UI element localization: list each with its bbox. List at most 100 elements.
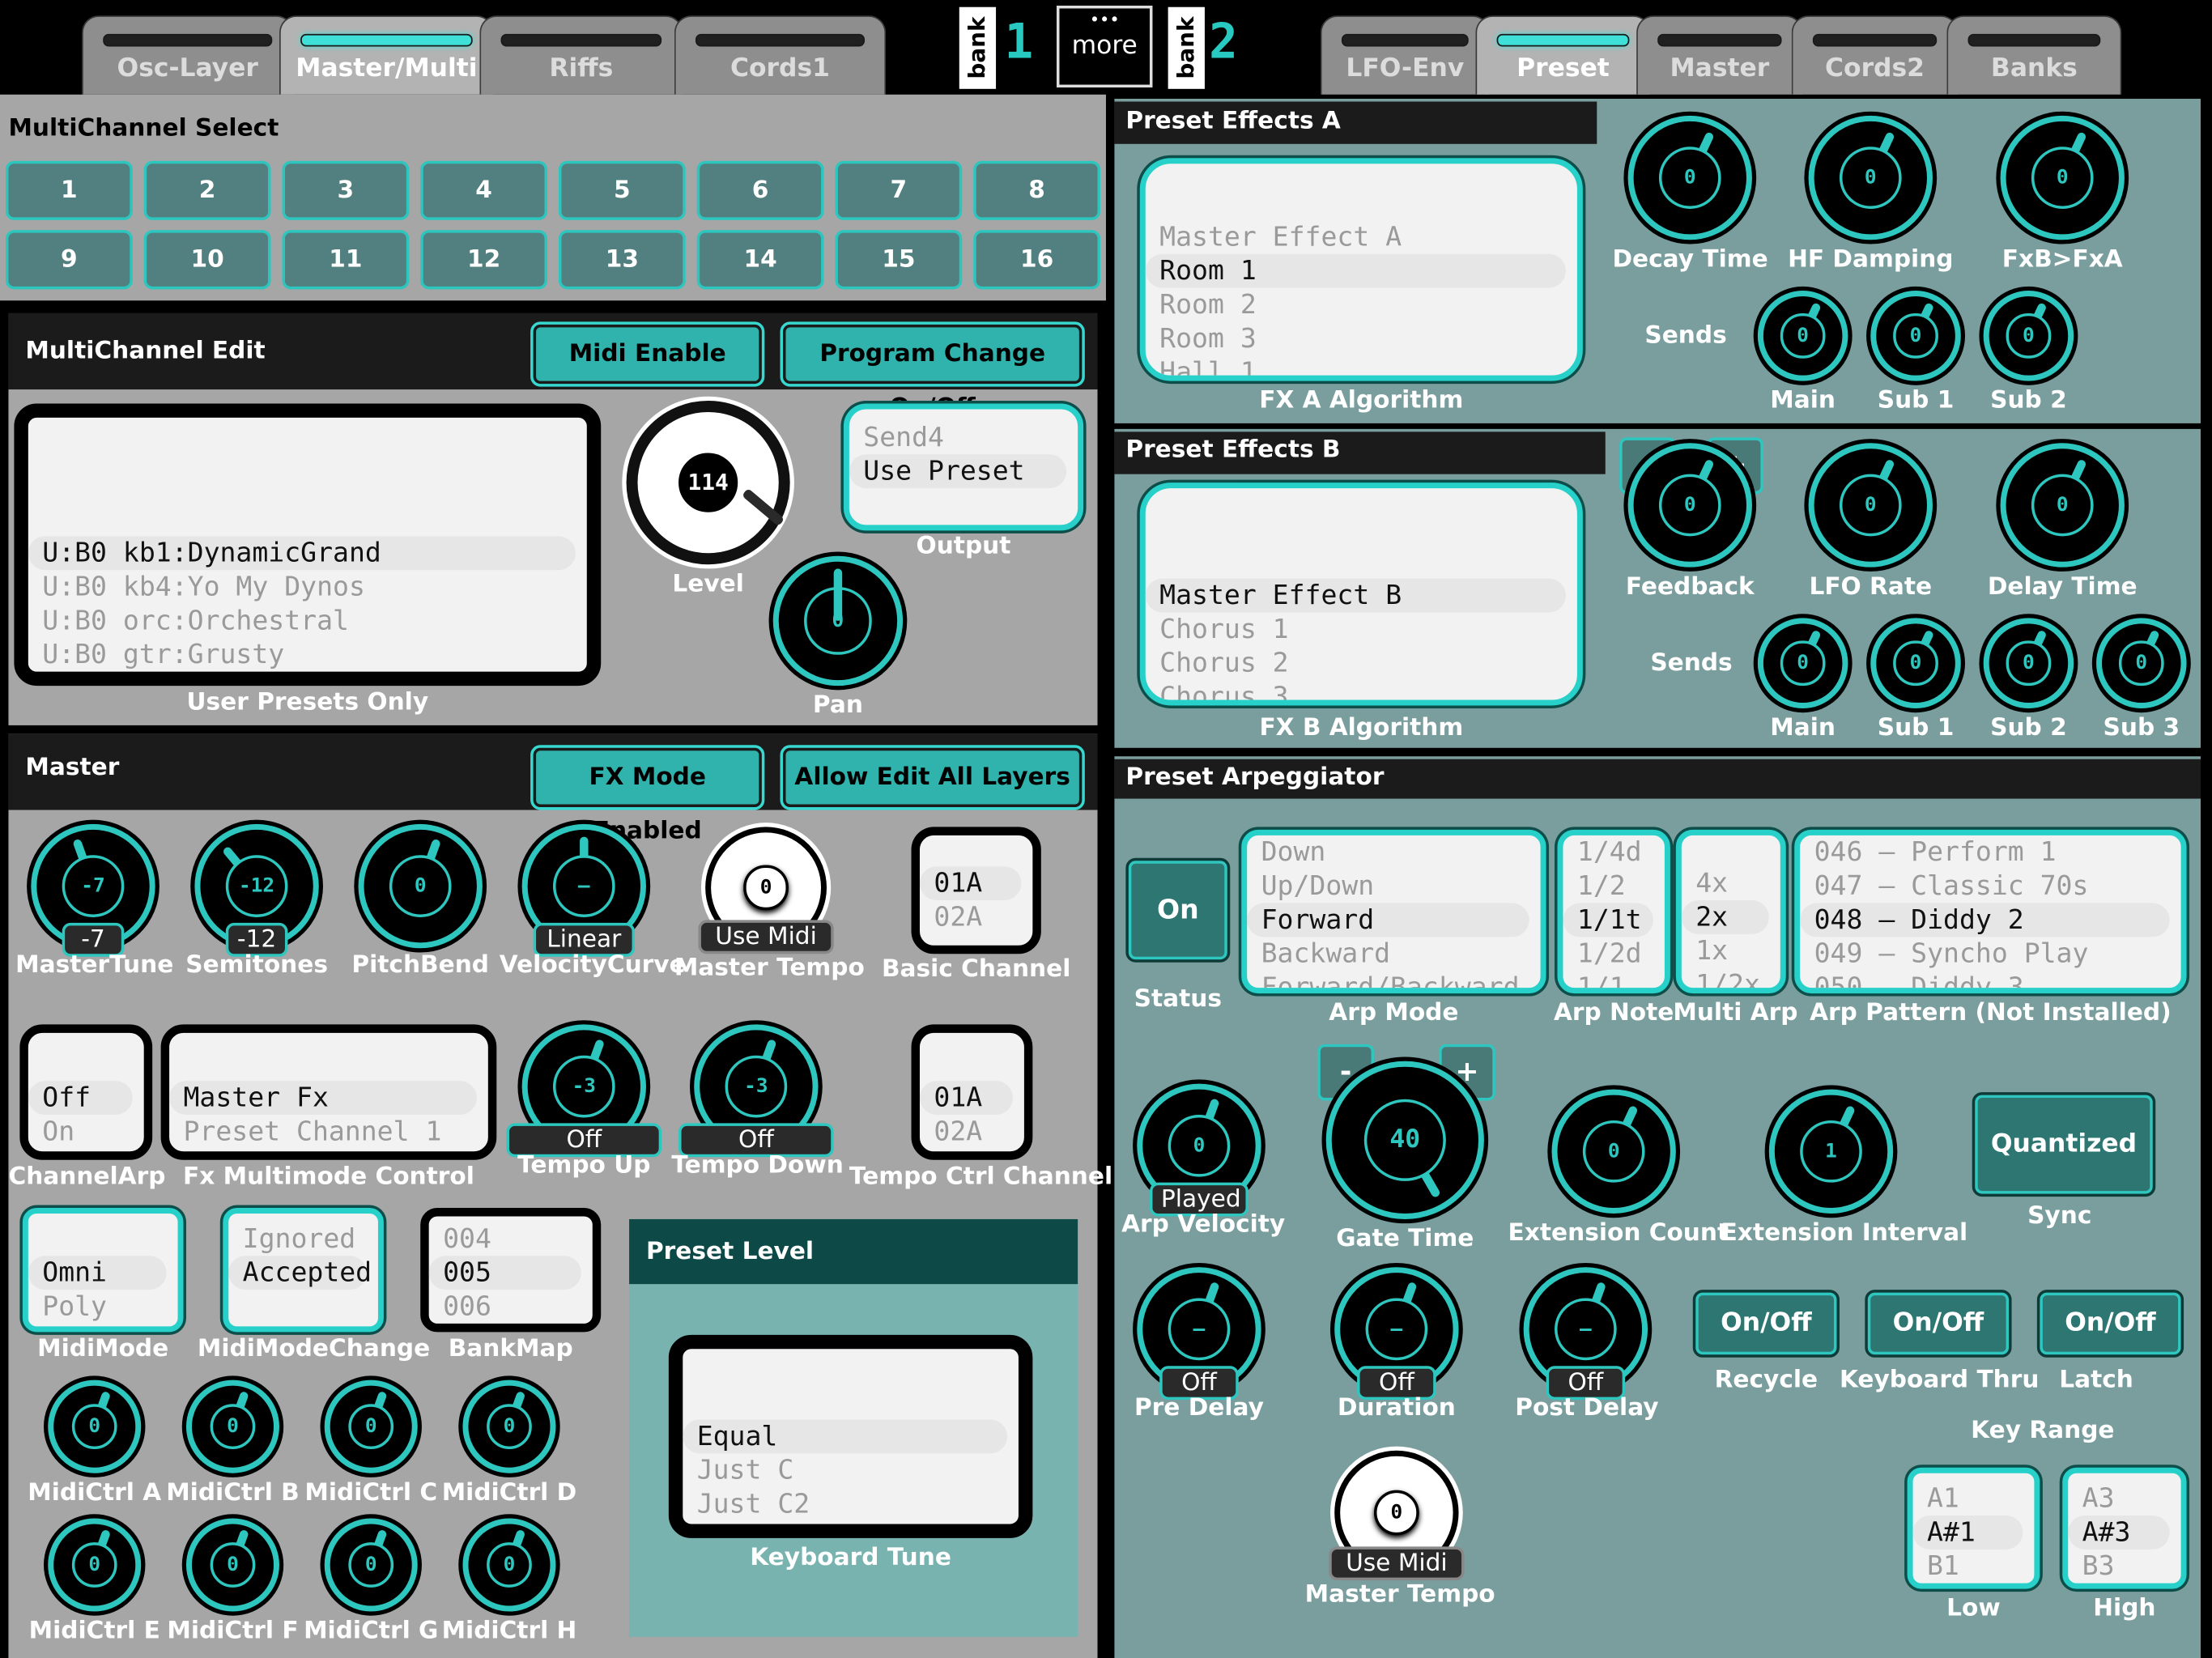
fx-multimode-list[interactable]: Master Fx Preset Channel 1 Preset Channe…: [160, 1024, 497, 1160]
channel-button-5[interactable]: 5: [558, 160, 686, 220]
list-item[interactable]: U:B0 orc:Orchestral: [28, 604, 587, 638]
channel-button-8[interactable]: 8: [973, 160, 1100, 220]
midictrl-d-knob[interactable]: 0: [462, 1380, 556, 1473]
channel-button-10[interactable]: 10: [143, 230, 271, 290]
list-item[interactable]: 004: [429, 1222, 593, 1256]
list-item[interactable]: Chorus 3: [1146, 680, 1577, 700]
midimode-list[interactable]: Omni Poly Multi: [22, 1208, 184, 1333]
list-item[interactable]: 1/2x: [1682, 968, 1780, 988]
midictrl-h-knob[interactable]: 0: [462, 1518, 556, 1612]
channel-button-4[interactable]: 4: [420, 160, 548, 220]
fxb-send-sub1-knob[interactable]: 0: [1870, 618, 1961, 708]
list-item[interactable]: Equal: [683, 1419, 1008, 1454]
list-item[interactable]: Omni: [28, 1256, 167, 1290]
fxb-send-sub2-knob[interactable]: 0: [1983, 618, 2074, 708]
extension-count-knob[interactable]: 0: [1551, 1089, 1676, 1214]
midictrl-g-knob[interactable]: 0: [324, 1518, 418, 1612]
midictrl-a-knob[interactable]: 0: [48, 1380, 142, 1473]
list-item[interactable]: Just C: [683, 1453, 1019, 1487]
output-list[interactable]: Send4 Use Preset: [843, 403, 1084, 531]
list-item[interactable]: 1/2d: [1563, 937, 1664, 971]
channel-button-3[interactable]: 3: [282, 160, 410, 220]
channel-button-11[interactable]: 11: [282, 230, 410, 290]
hf-damping-knob[interactable]: 0: [1808, 115, 1933, 240]
list-item[interactable]: Room 3: [1146, 321, 1577, 355]
list-item[interactable]: Backward: [1247, 937, 1540, 971]
list-item[interactable]: 4x: [1682, 866, 1780, 900]
program-change-button[interactable]: Program Change On/Off: [780, 321, 1085, 422]
channel-button-6[interactable]: 6: [696, 160, 824, 220]
latch-button[interactable]: On/Off: [2036, 1290, 2184, 1358]
fxa-send-sub1-knob[interactable]: 0: [1870, 291, 1961, 381]
fxb-send-main-knob[interactable]: 0: [1757, 618, 1848, 708]
list-item[interactable]: U:B0 gtr:Grusty: [28, 638, 587, 672]
list-item[interactable]: Room 2: [1146, 288, 1577, 322]
list-item[interactable]: 03A: [920, 1149, 1024, 1152]
fxa-send-sub2-knob[interactable]: 0: [1983, 291, 2074, 381]
fxb-send-sub3-knob[interactable]: 0: [2096, 618, 2187, 708]
fx-a-algorithm-list[interactable]: Master Effect A Room 1 Room 2 Room 3 Hal…: [1139, 158, 1583, 381]
list-item[interactable]: 050 — Diddy 3: [1800, 971, 2180, 988]
delay-time-knob[interactable]: 0: [2000, 443, 2125, 568]
channel-button-16[interactable]: 16: [973, 230, 1100, 290]
list-item[interactable]: B3: [2068, 1550, 2180, 1584]
list-item[interactable]: Room 1: [1145, 253, 1566, 288]
key-range-low-list[interactable]: A1 A#1 B1: [1907, 1467, 2040, 1589]
list-item[interactable]: 1/4d: [1563, 835, 1664, 869]
pan-knob[interactable]: 0: [772, 555, 904, 687]
arp-note-list[interactable]: 1/4d 1/2 1/1t 1/2d 1/1: [1557, 829, 1670, 994]
arp-pattern-list[interactable]: 046 — Perform 1 047 — Classic 70s 048 — …: [1794, 829, 2187, 994]
list-item[interactable]: U:B0 bs1:A Ku Stg: [28, 672, 587, 686]
list-item[interactable]: Master Effect B: [1145, 578, 1566, 613]
list-item[interactable]: Just C Min: [683, 1521, 1019, 1524]
list-item[interactable]: Master Effect A: [1146, 220, 1577, 254]
list-item[interactable]: Forward: [1247, 903, 1529, 937]
bankmap-list[interactable]: 004 005 006: [420, 1208, 602, 1333]
keyboard-thru-button[interactable]: On/Off: [1865, 1290, 2012, 1358]
tab-riffs[interactable]: Riffs: [479, 15, 683, 95]
fxa-send-main-knob[interactable]: 0: [1757, 291, 1848, 381]
list-item[interactable]: 006: [429, 1290, 593, 1324]
channel-button-15[interactable]: 15: [835, 230, 963, 290]
list-item[interactable]: Down: [1247, 835, 1540, 869]
list-item[interactable]: 047 — Classic 70s: [1800, 869, 2180, 903]
midictrl-b-knob[interactable]: 0: [185, 1380, 279, 1473]
list-item[interactable]: Preset Channel 2: [169, 1149, 488, 1152]
tempo-ctrl-list[interactable]: 01A 02A 03A: [911, 1024, 1033, 1160]
allow-edit-button[interactable]: Allow Edit All Layers: [780, 745, 1085, 810]
gate-time-knob[interactable]: 40: [1325, 1061, 1484, 1219]
multi-arp-list[interactable]: 4x 2x 1x 1/2x: [1675, 829, 1786, 994]
list-item[interactable]: U:B0 kb4:Yo My Dynos: [28, 570, 587, 604]
level-knob[interactable]: 114: [626, 401, 790, 565]
fx-b-algorithm-list[interactable]: Master Effect B Chorus 1 Chorus 2 Chorus…: [1139, 483, 1583, 706]
decay-time-knob[interactable]: 0: [1627, 115, 1752, 240]
tab-banks[interactable]: Banks: [1946, 15, 2122, 95]
list-item[interactable]: Preset Channel 1: [169, 1115, 488, 1149]
list-item[interactable]: 1/1: [1563, 971, 1664, 988]
pitchbend-knob[interactable]: 0: [358, 823, 483, 949]
channel-button-12[interactable]: 12: [420, 230, 548, 290]
list-item[interactable]: A3: [2068, 1482, 2180, 1516]
list-item[interactable]: Multi: [28, 1324, 178, 1327]
list-item[interactable]: Off: [28, 1081, 133, 1115]
tab-osc-layer[interactable]: Osc-Layer: [82, 15, 294, 95]
list-item[interactable]: Just C2: [683, 1487, 1019, 1521]
list-item[interactable]: Preset: [28, 1149, 144, 1152]
list-item[interactable]: Hall 1: [1146, 355, 1577, 376]
list-item[interactable]: Poly: [28, 1290, 178, 1324]
bank1-label[interactable]: bank: [959, 6, 997, 89]
midictrl-e-knob[interactable]: 0: [48, 1518, 142, 1612]
list-item[interactable]: A#3: [2068, 1515, 2170, 1550]
recycle-button[interactable]: On/Off: [1692, 1290, 1840, 1358]
keyboard-tune-list[interactable]: Equal Just C Just C2 Just C Min: [668, 1334, 1033, 1538]
fxb-fxa-knob[interactable]: 0: [2000, 115, 2125, 240]
list-item[interactable]: Accepted: [228, 1256, 372, 1290]
tab-cords2[interactable]: Cords2: [1791, 15, 1959, 95]
key-range-high-list[interactable]: A3 A#3 B3: [2062, 1467, 2187, 1589]
list-item[interactable]: 1/2: [1563, 869, 1664, 903]
list-item[interactable]: Up/Down: [1247, 869, 1540, 903]
list-item[interactable]: 2x: [1681, 900, 1769, 934]
list-item[interactable]: 046 — Perform 1: [1800, 835, 2180, 869]
arp-status-button[interactable]: On: [1125, 857, 1231, 963]
lfo-rate-knob[interactable]: 0: [1808, 443, 1933, 568]
